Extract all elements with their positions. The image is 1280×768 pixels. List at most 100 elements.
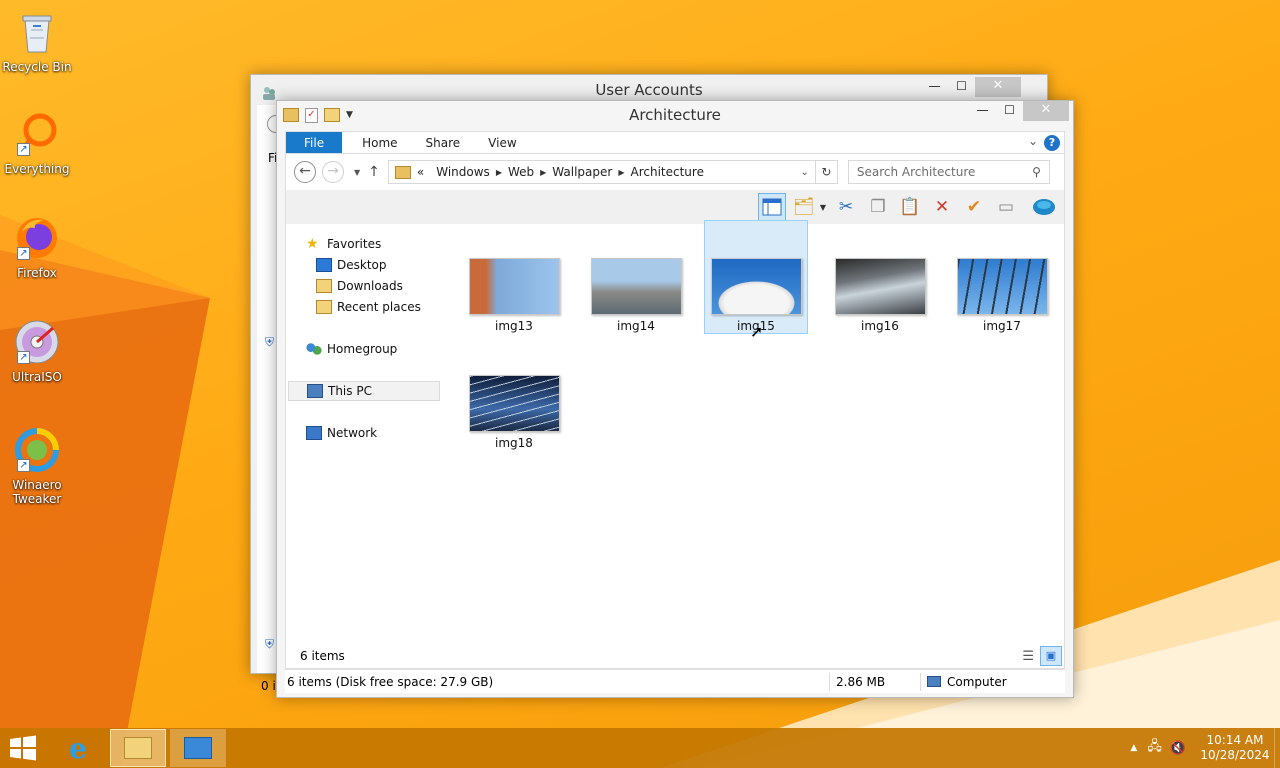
explorer-title: Architecture: [629, 106, 721, 124]
forward-button[interactable]: →: [322, 161, 344, 183]
preview-pane-icon[interactable]: [757, 193, 786, 221]
system-tray: ▲ 🖧 🔇 10:14 AM 10/28/2024: [1130, 728, 1280, 768]
file-item-img18[interactable]: img18: [462, 339, 566, 453]
file-item-img17[interactable]: img17: [950, 222, 1054, 336]
recent-locations-icon[interactable]: ▼: [354, 168, 360, 177]
desktop-icon-everything[interactable]: ↗ Everything: [0, 110, 74, 176]
breadcrumb-wallpaper[interactable]: Wallpaper: [552, 165, 612, 179]
breadcrumb-web[interactable]: Web: [508, 165, 534, 179]
refresh-icon[interactable]: ↻: [814, 161, 837, 183]
status-location: Computer: [947, 674, 1007, 689]
copy-icon[interactable]: ❐: [864, 193, 892, 221]
clock-date: 10/28/2024: [1200, 748, 1270, 762]
thumbnail-image: [590, 258, 682, 315]
taskbar-control-panel[interactable]: [170, 729, 226, 767]
network-globe-icon[interactable]: [1030, 193, 1058, 221]
address-dropdown-icon[interactable]: ⌄: [801, 167, 809, 178]
select-dropdown-icon[interactable]: ▼: [820, 203, 826, 212]
breadcrumb-separator-icon[interactable]: ▶: [540, 168, 546, 177]
properties-icon[interactable]: ▭: [992, 193, 1020, 221]
minimize-button[interactable]: —: [969, 101, 996, 121]
quick-access-toolbar: ✓ ▼: [283, 106, 353, 124]
tab-share[interactable]: Share: [412, 132, 475, 153]
show-desktop-button[interactable]: [1274, 728, 1280, 768]
file-name: img16: [861, 319, 899, 333]
rename-icon[interactable]: ✔: [960, 193, 988, 221]
expand-ribbon-icon[interactable]: ⌄: [1028, 134, 1038, 148]
details-view-icon[interactable]: ☰: [1022, 649, 1034, 664]
new-folder-icon[interactable]: [324, 108, 340, 122]
desktop-icon-winaero-tweaker[interactable]: ↗ Winaero Tweaker: [0, 426, 74, 506]
file-item-img16[interactable]: img16: [828, 222, 932, 336]
status-size: 2.86 MB: [836, 674, 886, 689]
taskbar-internet-explorer[interactable]: e: [50, 729, 106, 767]
nav-this-pc[interactable]: This PC: [288, 381, 440, 401]
paste-icon[interactable]: 📋: [896, 193, 924, 221]
nav-desktop[interactable]: Desktop: [316, 255, 387, 275]
desktop-icon-ultraiso[interactable]: ↗ UltraISO: [0, 318, 74, 384]
maximize-button[interactable]: ☐: [948, 77, 975, 97]
mouse-cursor-icon: ➚: [750, 322, 764, 341]
breadcrumb-windows[interactable]: Windows: [436, 165, 490, 179]
properties-icon[interactable]: ✓: [305, 107, 318, 123]
tab-view[interactable]: View: [474, 132, 530, 153]
folder-icon[interactable]: [283, 108, 299, 122]
network-tray-icon[interactable]: 🖧: [1147, 737, 1162, 759]
explorer-window[interactable]: ✓ ▼ Architecture — ☐ ✕ File Home Share V…: [276, 100, 1074, 698]
customize-toolbar-icon[interactable]: ▼: [346, 101, 353, 129]
nav-network[interactable]: Network: [306, 423, 377, 443]
firefox-icon: ↗: [13, 214, 61, 262]
explorer-title-bar[interactable]: ✓ ▼ Architecture — ☐ ✕: [277, 101, 1073, 129]
file-list: img13 img14 img15 img16 img17 img18 ➚: [442, 220, 1064, 644]
desktop-icon-label: UltraISO: [12, 370, 62, 384]
close-button[interactable]: ✕: [1023, 101, 1069, 121]
file-name: img17: [983, 319, 1021, 333]
shield-icon: ⛨: [265, 637, 275, 651]
close-button[interactable]: ✕: [975, 77, 1021, 97]
show-hidden-icons-icon[interactable]: ▲: [1130, 743, 1137, 753]
breadcrumb-separator-icon[interactable]: ▶: [496, 168, 502, 177]
breadcrumb-overflow[interactable]: «: [417, 165, 424, 179]
up-button[interactable]: ↑: [368, 164, 380, 180]
file-item-img15[interactable]: img15: [704, 220, 808, 334]
navigation-pane: ★ Favorites Desktop Downloads Recent pla…: [286, 224, 442, 644]
help-icon[interactable]: ?: [1044, 135, 1060, 151]
desktop-icon-firefox[interactable]: ↗ Firefox: [0, 214, 74, 280]
select-all-icon[interactable]: 🗂: [790, 193, 818, 221]
maximize-button[interactable]: ☐: [996, 101, 1023, 121]
clock-time: 10:14 AM: [1206, 733, 1264, 747]
taskbar-file-explorer[interactable]: [110, 729, 166, 767]
file-item-img14[interactable]: img14: [584, 222, 688, 336]
address-row: ← → ▼ ↑ « Windows ▶ Web ▶ Wallpaper ▶ Ar…: [286, 154, 1064, 190]
minimize-button[interactable]: —: [921, 77, 948, 97]
nav-downloads[interactable]: Downloads: [316, 276, 403, 296]
back-button[interactable]: ←: [294, 161, 316, 183]
everything-icon: ↗: [13, 110, 61, 158]
file-name: img13: [495, 319, 533, 333]
nav-favorites[interactable]: ★ Favorites: [306, 234, 381, 254]
user-accounts-window-controls: — ☐ ✕: [921, 77, 1021, 97]
delete-icon[interactable]: ✕: [928, 193, 956, 221]
cut-icon[interactable]: ✂: [832, 193, 860, 221]
nav-recent-label: Recent places: [337, 300, 421, 314]
clock[interactable]: 10:14 AM 10/28/2024: [1200, 733, 1270, 763]
explorer-window-controls: — ☐ ✕: [969, 101, 1069, 121]
large-icons-view-icon[interactable]: ▣: [1040, 646, 1062, 666]
tab-file[interactable]: File: [286, 132, 343, 153]
volume-muted-icon[interactable]: 🔇: [1170, 741, 1186, 756]
search-input[interactable]: Search Architecture ⚲: [847, 160, 1050, 184]
nav-homegroup[interactable]: Homegroup: [306, 339, 397, 359]
nav-thispc-label: This PC: [328, 384, 372, 398]
breadcrumb-architecture[interactable]: Architecture: [630, 165, 703, 179]
search-placeholder: Search Architecture: [856, 165, 976, 179]
nav-downloads-label: Downloads: [337, 279, 403, 293]
tab-home[interactable]: Home: [342, 132, 411, 153]
explorer-inner: File Home Share View ⌄ ? ← → ▼ ↑ « Windo…: [285, 131, 1065, 669]
desktop-icon-recycle-bin[interactable]: Recycle Bin: [0, 8, 74, 74]
nav-recent-places[interactable]: Recent places: [316, 297, 421, 317]
file-item-img13[interactable]: img13: [462, 222, 566, 336]
start-button[interactable]: [0, 729, 46, 767]
address-bar[interactable]: « Windows ▶ Web ▶ Wallpaper ▶ Architectu…: [387, 160, 838, 184]
breadcrumb-separator-icon[interactable]: ▶: [618, 168, 624, 177]
recycle-bin-icon: [13, 8, 61, 56]
